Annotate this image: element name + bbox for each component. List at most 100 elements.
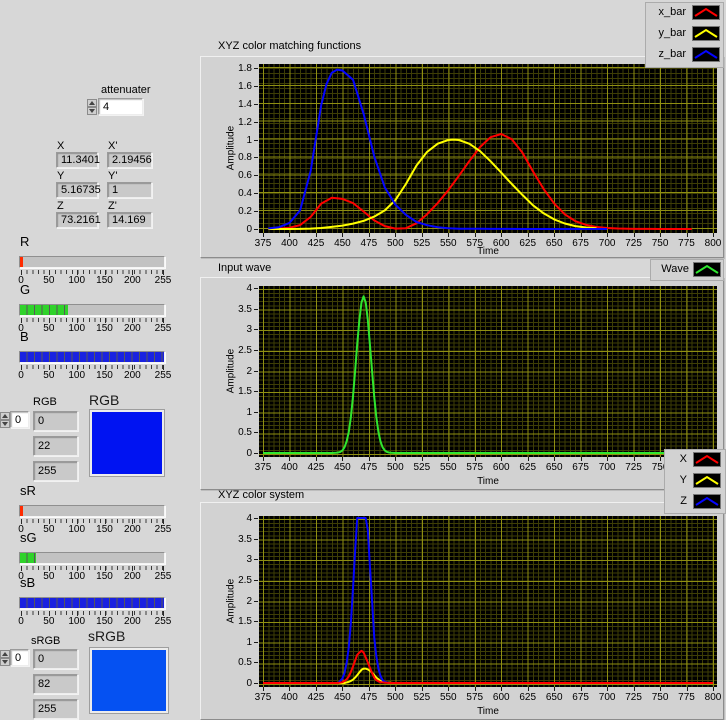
increment-button[interactable] (87, 99, 97, 107)
y-tick-label: 1.2 (222, 117, 252, 128)
x-tick-mark (607, 233, 608, 237)
y-tick-mark (254, 683, 258, 684)
y-tick-label: 0.4 (222, 188, 252, 199)
slider-b-fill (20, 352, 164, 362)
decrement-button[interactable] (87, 107, 97, 115)
slider-major-tick (163, 365, 164, 370)
x-tick-label: 575 (461, 692, 489, 703)
x-tick-mark (422, 687, 423, 691)
plot-canvas-wave (259, 286, 717, 457)
x-tick-mark (475, 687, 476, 691)
slider-major-tick (132, 519, 133, 524)
slider-g-track[interactable] (19, 304, 165, 316)
legend-swatch[interactable] (693, 473, 721, 488)
y-tick-mark (254, 621, 258, 622)
slider-major-tick (163, 519, 164, 524)
x-tick-mark (395, 687, 396, 691)
y-tick-label: 2 (222, 366, 252, 377)
x-tick-mark (554, 687, 555, 691)
slider-major-tick (77, 611, 78, 616)
slider-major-tick (21, 365, 22, 370)
slider-b-track[interactable] (19, 351, 165, 363)
x-tick-mark (687, 687, 688, 691)
rgb-array-index[interactable]: 0 (10, 411, 29, 428)
y-tick-mark (254, 211, 258, 212)
decrement-button[interactable] (0, 420, 10, 428)
y-tick-label: 1 (222, 135, 252, 146)
legend-cmf: x_bar y_bar z_bar (645, 2, 724, 68)
legend-item-z-bar: z_bar (646, 45, 723, 66)
x-tick-label: 575 (461, 238, 489, 249)
y-tick-label: 1 (222, 407, 252, 418)
slider-major-tick (105, 270, 106, 275)
xp-value-display: 2.19456 (107, 152, 152, 168)
legend-swatch[interactable] (693, 262, 721, 277)
x-tick-mark (395, 457, 396, 461)
slider-major-tick (49, 270, 50, 275)
x-tick-label: 400 (275, 692, 303, 703)
x-tick-label: 675 (567, 692, 595, 703)
y-tick-mark (254, 412, 258, 413)
legend-swatch[interactable] (692, 26, 720, 41)
y-tick-label: 0 (222, 678, 252, 689)
slider-sr-label: sR (20, 483, 36, 498)
x-tick-mark (422, 457, 423, 461)
x-label: X (57, 140, 64, 152)
x-tick-mark (342, 457, 343, 461)
x-tick-mark (369, 233, 370, 237)
slider-scale-label: 150 (96, 616, 113, 627)
x-tick-mark (501, 233, 502, 237)
slider-major-tick (49, 519, 50, 524)
x-tick-label: 600 (487, 462, 515, 473)
up-arrow-icon (2, 652, 8, 656)
x-tick-mark (369, 687, 370, 691)
x-tick-mark (448, 233, 449, 237)
slider-g: G 050100150200255 (19, 282, 169, 332)
slider-sg-track[interactable] (19, 552, 165, 564)
x-tick-mark (581, 457, 582, 461)
slider-major-tick (77, 318, 78, 323)
legend-item-x: X (665, 450, 725, 471)
x-tick-label: 500 (381, 462, 409, 473)
attenuator-input[interactable]: 4 (98, 98, 143, 115)
decrement-button[interactable] (0, 658, 10, 666)
slider-sr-track[interactable] (19, 505, 165, 517)
y-tick-mark (254, 642, 258, 643)
slider-sg-fill (20, 553, 36, 563)
srgb-array-index[interactable]: 0 (10, 649, 29, 666)
slider-major-tick (21, 270, 22, 275)
plot-canvas-cmf (259, 64, 717, 233)
legend-item-wave: Wave (651, 260, 723, 281)
x-tick-mark (316, 687, 317, 691)
legend-swatch[interactable] (693, 494, 721, 509)
slider-g-ticks (21, 318, 163, 322)
x-tick-mark (581, 233, 582, 237)
slider-sb-track[interactable] (19, 597, 165, 609)
legend-swatch[interactable] (692, 5, 720, 20)
x-tick-label: 525 (408, 238, 436, 249)
legend-swatch[interactable] (693, 452, 721, 467)
x-tick-mark (316, 457, 317, 461)
slider-r-track[interactable] (19, 256, 165, 268)
legend-swatch[interactable] (692, 47, 720, 62)
x-tick-mark (289, 457, 290, 461)
x-tick-label: 375 (249, 238, 277, 249)
slider-major-tick (132, 365, 133, 370)
y-tick-label: 1.4 (222, 99, 252, 110)
y-tick-label: 3.5 (222, 534, 252, 545)
slider-major-tick (21, 519, 22, 524)
slider-scale-label: 100 (68, 370, 85, 381)
x-tick-label: 625 (514, 238, 542, 249)
y-tick-label: 3 (222, 554, 252, 565)
x-tick-label: 650 (540, 238, 568, 249)
x-tick-label: 375 (249, 692, 277, 703)
y-tick-mark (254, 518, 258, 519)
chart-title-wave: Input wave (218, 262, 271, 274)
slider-major-tick (132, 318, 133, 323)
x-tick-label: 475 (355, 238, 383, 249)
legend-label: y_bar (646, 27, 686, 39)
increment-button[interactable] (0, 650, 10, 658)
y-tick-label: 0.2 (222, 206, 252, 217)
y-tick-label: 3.5 (222, 304, 252, 315)
increment-button[interactable] (0, 412, 10, 420)
